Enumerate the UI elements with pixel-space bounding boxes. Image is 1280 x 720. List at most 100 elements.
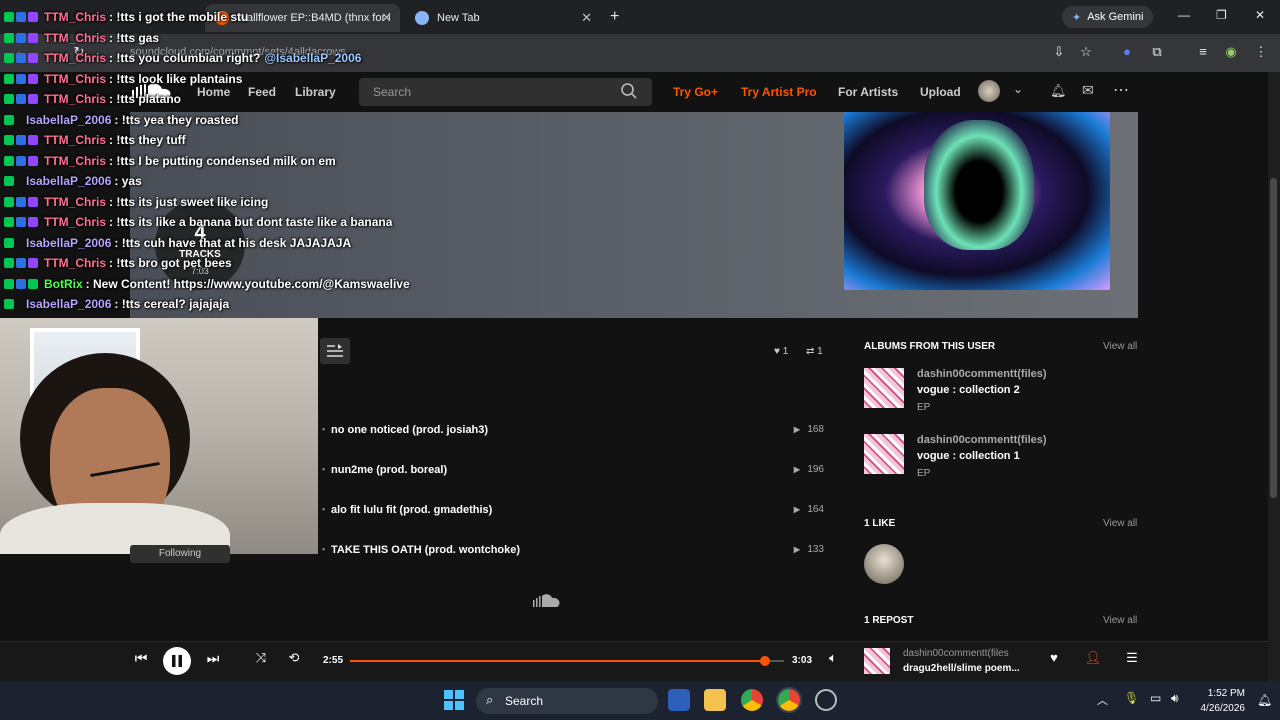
bookmark-star-icon[interactable]: ☆ [1077,44,1095,62]
track-title[interactable]: no one noticed (prod. josiah3) [331,424,488,436]
chat-badge-icon [4,73,14,84]
chat-badge-icon [28,278,38,289]
track-row[interactable]: • alo fit lulu fit (prod. gmadethis) ▶ 1… [320,500,826,522]
restore-icon[interactable]: ❐ [1216,8,1227,22]
track-row[interactable]: • TAKE THIS OATH (prod. wontchoke) ▶ 133 [320,540,826,562]
track-title[interactable]: TAKE THIS OATH (prod. wontchoke) [331,544,520,556]
chat-text: : New Content! https://www.youtube.com/@… [85,276,410,291]
notifications-bell-icon[interactable]: 🔔︎ [1050,83,1067,99]
for-artists-link[interactable]: For Artists [838,85,898,99]
playlist-artwork[interactable] [844,112,1110,290]
soundcloud-footer-logo-icon [533,594,560,607]
album-title[interactable]: vogue : collection 2 [917,384,1020,396]
close-window-icon[interactable]: ✕ [1255,8,1265,22]
reposts-heading: 1 REPOST [864,615,914,626]
obs-icon[interactable] [815,689,837,711]
reposts-view-all-link[interactable]: View all [1103,615,1137,626]
browser-menu-icon[interactable]: ⋮ [1252,44,1270,62]
shuffle-icon[interactable]: ⤨ [252,650,270,666]
album-user[interactable]: dashin00commentt(files) [917,368,1047,380]
next-track-icon[interactable]: ⏭ [204,650,222,667]
ask-gemini-button[interactable]: ✦ Ask Gemini [1062,6,1154,28]
albums-view-all-link[interactable]: View all [1103,341,1137,352]
track-row[interactable]: • no one noticed (prod. josiah3) ▶ 168 [320,420,826,442]
tray-chevron-icon[interactable]: ︿ [1097,692,1108,708]
volume-icon[interactable]: 🔈︎ [824,650,842,666]
repost-count[interactable]: ⇄ 1 [806,346,823,357]
chat-badge-icon [28,12,38,22]
store-icon[interactable] [668,689,690,711]
chevron-down-icon[interactable]: ⌄ [1013,82,1023,96]
play-count: 133 [807,544,824,555]
extensions-puzzle-icon[interactable]: ⧉ [1148,44,1166,62]
network-icon[interactable]: ▭ [1150,691,1161,705]
chat-message: TTM_Chris: !tts i got the mobile stu [4,8,248,26]
liker-avatar[interactable] [864,544,904,584]
like-heart-icon[interactable]: ♥ [1045,650,1063,665]
follow-user-icon[interactable]: 👤︎ [1084,650,1102,666]
messages-envelope-icon[interactable]: ✉ [1082,82,1094,99]
microphone-icon[interactable]: 🎙︎ [1124,691,1139,705]
album-user[interactable]: dashin00commentt(files) [917,434,1047,446]
track-title[interactable]: nun2me (prod. boreal) [331,464,447,476]
current-time: 2:55 [323,655,344,666]
track-row[interactable]: • nun2me (prod. boreal) ▶ 196 [320,460,826,482]
now-playing-title[interactable]: dragu2hell/slime poem... [903,663,1020,674]
track-title[interactable]: alo fit lulu fit (prod. gmadethis) [331,504,492,516]
chat-username: TTM_Chris [44,153,107,168]
clock-time[interactable]: 1:52 PM [1205,688,1245,699]
likes-view-all-link[interactable]: View all [1103,518,1137,529]
search-icon[interactable] [620,82,638,100]
taskbar-search-label: Search [505,694,544,708]
now-playing-cover[interactable] [864,648,890,674]
following-button[interactable]: Following [130,545,230,563]
user-avatar[interactable] [978,80,1000,102]
play-count: 168 [807,424,824,435]
next-up-queue-icon[interactable]: ☰ [1123,650,1141,666]
pause-button[interactable] [163,647,191,675]
tab-new-tab[interactable]: New Tab ✕ [405,4,600,32]
scrollbar-thumb[interactable] [1270,178,1277,498]
try-artist-pro-link[interactable]: Try Artist Pro [741,85,817,99]
speaker-icon[interactable]: 🔊︎ [1171,691,1179,706]
chat-username: TTM_Chris [44,71,107,86]
chat-username: IsabellaP_2006 [26,235,112,250]
pause-icon [172,655,182,667]
album-item[interactable]: dashin00commentt(files) vogue : collecti… [864,368,1134,420]
repeat-icon[interactable]: ⟲ [285,650,303,666]
now-playing-user[interactable]: dashin00commentt(files [903,648,1009,659]
media-control-icon[interactable]: ≡ [1194,44,1212,62]
minimize-icon[interactable]: — [1178,8,1190,22]
profile-avatar-icon[interactable]: ◉ [1222,44,1240,62]
album-cover[interactable] [864,434,904,474]
chrome-active-icon[interactable] [776,687,802,713]
windows-start-icon[interactable] [443,689,465,711]
chat-username: TTM_Chris [44,256,107,270]
clock-date[interactable]: 4/26/2026 [1192,703,1246,714]
chat-text: : !tts you columbian right? [109,51,261,65]
chat-text: : !tts yea they roasted [114,112,239,127]
chat-username: TTM_Chris [44,92,107,106]
install-app-icon[interactable]: ⇩ [1050,44,1068,62]
upload-link[interactable]: Upload [920,85,961,99]
chat-username: BotRix [44,276,83,291]
like-count[interactable]: ♥ 1 [774,346,788,357]
album-item[interactable]: dashin00commentt(files) vogue : collecti… [864,434,1134,486]
close-tab-icon[interactable]: ✕ [581,10,592,26]
previous-track-icon[interactable]: ⏮ [132,650,150,667]
chrome-icon[interactable] [741,689,763,711]
chat-message: TTM_Chris: !tts you columbian right? @Isa… [4,49,361,67]
extension-icon[interactable]: ● [1118,44,1136,62]
try-go-plus-link[interactable]: Try Go+ [673,85,718,99]
more-dots-icon[interactable]: ⋯ [1113,80,1129,100]
taskbar-search-input[interactable] [476,688,658,714]
tab-title: New Tab [437,12,480,24]
album-cover[interactable] [864,368,904,408]
notification-bell-icon[interactable]: 🔔︎ [1257,693,1272,707]
new-tab-plus-icon[interactable]: + [610,8,619,26]
album-title[interactable]: vogue : collection 1 [917,450,1020,462]
file-explorer-icon[interactable] [704,689,726,711]
chat-badge-icon [16,278,26,289]
progress-handle[interactable] [760,656,770,666]
add-to-queue-button[interactable] [320,338,350,364]
